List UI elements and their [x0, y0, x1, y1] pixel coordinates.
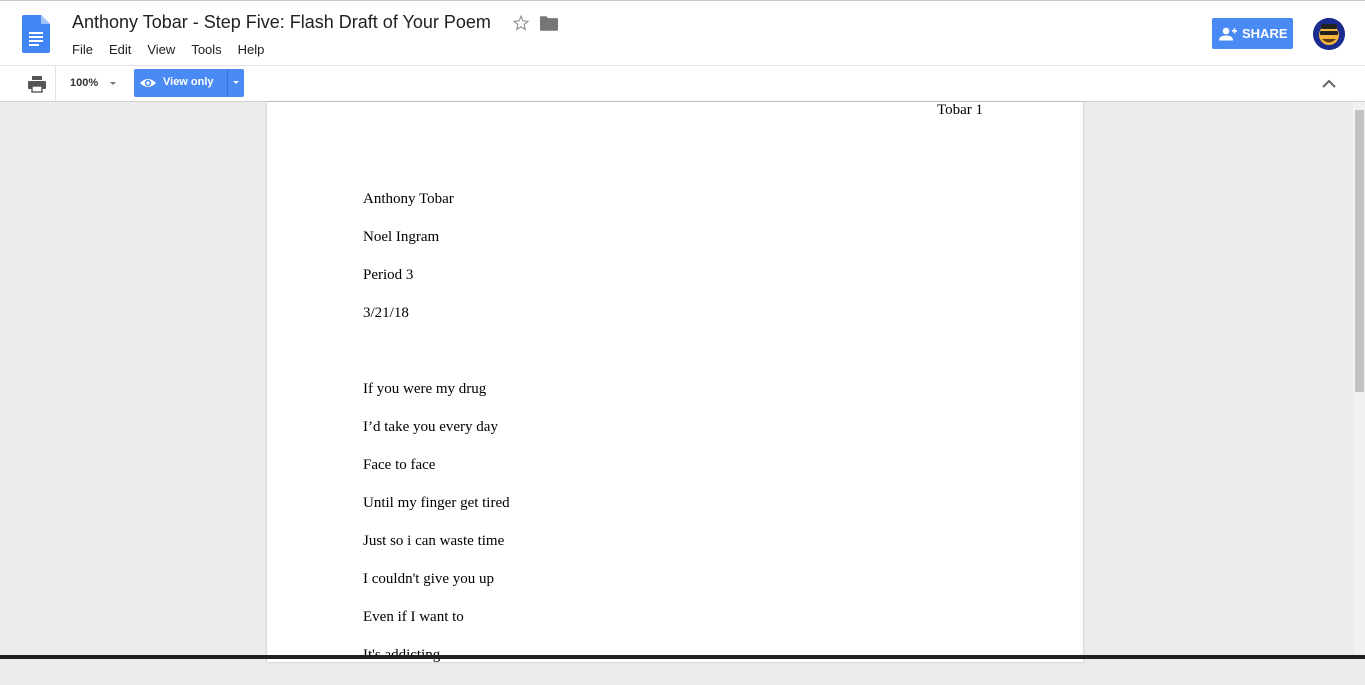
chevron-down-icon[interactable] — [233, 81, 239, 84]
page-header: Tobar 1 — [937, 102, 984, 118]
view-only-label: View only — [163, 76, 214, 88]
poem-line: If you were my drug — [363, 381, 487, 397]
avatar[interactable] — [1313, 18, 1345, 50]
share-label: SHARE — [1242, 26, 1288, 41]
period-line: Period 3 — [363, 267, 414, 283]
poem-line: Even if I want to — [363, 609, 464, 625]
print-icon[interactable] — [28, 75, 46, 93]
author-line: Anthony Tobar — [363, 191, 454, 207]
date-line: 3/21/18 — [363, 305, 409, 321]
star-icon[interactable] — [512, 14, 530, 32]
document-page: Tobar 1 Anthony Tobar Noel Ingram Period… — [267, 102, 1083, 663]
poem-line: I couldn't give you up — [363, 571, 495, 587]
folder-icon[interactable] — [540, 16, 558, 31]
docs-header: Anthony Tobar - Step Five: Flash Draft o… — [0, 0, 1365, 65]
google-docs-icon[interactable] — [22, 15, 50, 53]
chevron-up-icon[interactable] — [1321, 77, 1337, 89]
view-only-divider — [227, 69, 228, 97]
menu-bar: File Edit View Tools Help — [72, 42, 280, 57]
menu-help[interactable]: Help — [238, 42, 265, 57]
poem-line: It's addicting — [363, 647, 510, 685]
eye-icon — [140, 79, 156, 87]
zoom-caret-icon[interactable] — [110, 82, 116, 85]
avatar-image — [1313, 18, 1345, 50]
poem-line: Until my finger get tired — [363, 495, 510, 511]
document-body: Anthony Tobar Noel Ingram Period 3 3/21/… — [363, 191, 510, 685]
person-add-icon — [1219, 27, 1237, 40]
toolbar-divider — [55, 66, 56, 102]
scrollbar-thumb[interactable] — [1355, 110, 1364, 392]
poem-line: Face to face — [363, 457, 436, 473]
menu-tools[interactable]: Tools — [191, 42, 221, 57]
document-title[interactable]: Anthony Tobar - Step Five: Flash Draft o… — [72, 12, 491, 33]
menu-file[interactable]: File — [72, 42, 93, 57]
zoom-select[interactable]: 100% — [70, 77, 98, 89]
menu-view[interactable]: View — [147, 42, 175, 57]
menu-edit[interactable]: Edit — [109, 42, 131, 57]
bottom-bar — [0, 655, 1365, 659]
share-button[interactable]: SHARE — [1212, 18, 1293, 49]
view-only-button[interactable]: View only — [134, 69, 244, 97]
poem-line: I’d take you every day — [363, 419, 498, 435]
teacher-line: Noel Ingram — [363, 229, 440, 245]
poem-line: Just so i can waste time — [363, 533, 505, 549]
